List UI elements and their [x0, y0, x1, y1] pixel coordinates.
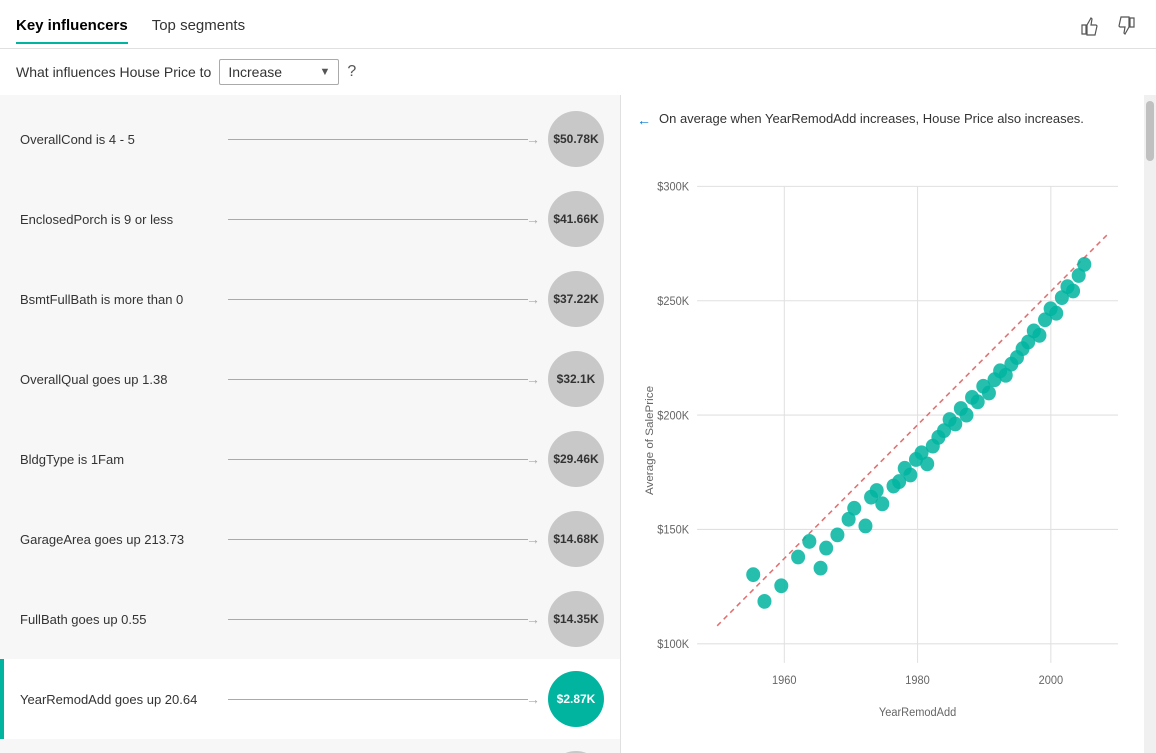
influencer-line: →	[228, 611, 540, 627]
influencer-item[interactable]: YearBuilt goes up 30.19→$1.35K	[0, 739, 620, 753]
influencer-line: →	[228, 451, 540, 467]
influencer-label: BldgType is 1Fam	[20, 452, 220, 467]
influencer-label: OverallCond is 4 - 5	[20, 132, 220, 147]
scatter-chart: $300K $250K $200K $150K $100K 1960 1980 …	[637, 144, 1128, 737]
influencer-bubble: $32.1K	[548, 351, 604, 407]
left-panel: OverallCond is 4 - 5 → $50.78K EnclosedPorc…	[0, 95, 620, 753]
influencer-line: →	[228, 371, 540, 387]
thumbs-down-button[interactable]	[1112, 12, 1140, 40]
chart-area: $300K $250K $200K $150K $100K 1960 1980 …	[637, 144, 1128, 737]
chevron-down-icon: ▼	[319, 66, 330, 78]
svg-text:$300K: $300K	[657, 181, 689, 193]
chart-description: On average when YearRemodAdd increases, …	[659, 111, 1084, 126]
tabs: Key influencers Top segments	[16, 17, 245, 44]
back-arrow-icon[interactable]: ←	[637, 112, 651, 128]
influencer-label: EnclosedPorch is 9 or less	[20, 212, 220, 227]
thumbs-up-button[interactable]	[1076, 12, 1104, 40]
tab-top-segments[interactable]: Top segments	[152, 17, 245, 44]
svg-text:YearRemodAdd: YearRemodAdd	[879, 707, 956, 719]
scrollbar[interactable]	[1144, 95, 1156, 753]
tab-key-influencers[interactable]: Key influencers	[16, 17, 128, 44]
svg-text:$100K: $100K	[657, 639, 689, 651]
main-container: Key influencers Top segments What influe…	[0, 0, 1156, 753]
influencer-item[interactable]: FullBath goes up 0.55 → $14.35K	[0, 579, 620, 659]
increase-dropdown[interactable]: Increase ▼	[219, 59, 339, 85]
influencer-label: FullBath goes up 0.55	[20, 612, 220, 627]
influencer-line: →	[228, 211, 540, 227]
scrollbar-thumb[interactable]	[1146, 101, 1154, 161]
influencer-item[interactable]: EnclosedPorch is 9 or less → $41.66K	[0, 179, 620, 259]
influencer-bubble: $41.66K	[548, 191, 604, 247]
right-panel: ← On average when YearRemodAdd increases…	[620, 95, 1144, 753]
influencer-item[interactable]: YearRemodAdd goes up 20.64 → $2.87K	[0, 659, 620, 739]
influencer-bubble: $29.46K	[548, 431, 604, 487]
influencer-label: YearRemodAdd goes up 20.64	[20, 692, 220, 707]
influencer-bubble: $14.68K	[548, 511, 604, 567]
influencer-line: →	[228, 531, 540, 547]
svg-text:2000: 2000	[1039, 675, 1063, 687]
influencer-label: OverallQual goes up 1.38	[20, 372, 220, 387]
influencer-item[interactable]: GarageArea goes up 213.73 → $14.68K	[0, 499, 620, 579]
header: Key influencers Top segments	[0, 0, 1156, 49]
header-icons	[1076, 12, 1140, 40]
influencer-item[interactable]: BldgType is 1Fam → $29.46K	[0, 419, 620, 499]
influencer-item[interactable]: OverallQual goes up 1.38 → $32.1K	[0, 339, 620, 419]
influencer-bubble: $14.35K	[548, 591, 604, 647]
help-icon[interactable]: ?	[347, 63, 356, 81]
filter-label: What influences House Price to	[16, 64, 211, 80]
influencer-item[interactable]: OverallCond is 4 - 5 → $50.78K	[0, 99, 620, 179]
svg-text:1980: 1980	[905, 675, 929, 687]
influencer-bubble: $37.22K	[548, 271, 604, 327]
influencer-line: →	[228, 131, 540, 147]
influencer-bubble: $2.87K	[548, 671, 604, 727]
main-content: OverallCond is 4 - 5 → $50.78K EnclosedPorc…	[0, 95, 1156, 753]
svg-text:$250K: $250K	[657, 296, 689, 308]
svg-text:$150K: $150K	[657, 524, 689, 536]
influencer-label: GarageArea goes up 213.73	[20, 532, 220, 547]
influencer-label: BsmtFullBath is more than 0	[20, 292, 220, 307]
svg-text:Average of SalePrice: Average of SalePrice	[644, 386, 656, 495]
influencer-bubble: $50.78K	[548, 111, 604, 167]
chart-header: ← On average when YearRemodAdd increases…	[637, 111, 1128, 128]
influencer-line: →	[228, 691, 540, 707]
svg-text:$200K: $200K	[657, 410, 689, 422]
filter-row: What influences House Price to Increase …	[0, 49, 1156, 95]
influencer-line: →	[228, 291, 540, 307]
influencer-item[interactable]: BsmtFullBath is more than 0 → $37.22K	[0, 259, 620, 339]
dropdown-value: Increase	[228, 64, 282, 80]
svg-text:1960: 1960	[772, 675, 796, 687]
